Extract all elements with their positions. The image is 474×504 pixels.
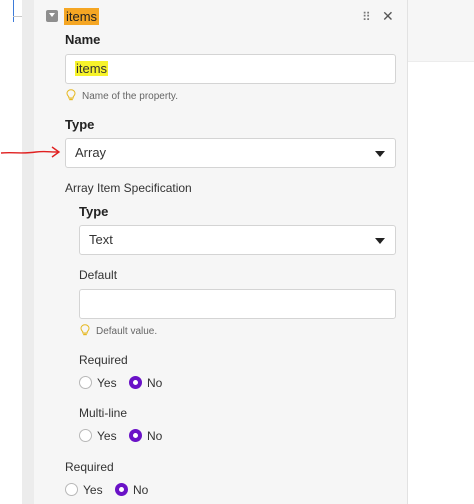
array-type-select-value: Text [89, 232, 113, 247]
array-required-no-label: No [147, 376, 163, 390]
required-label: Required [65, 460, 114, 474]
annotation-arrow-icon [0, 146, 61, 158]
tree-connector-line [13, 0, 14, 22]
collapse-toggle-icon[interactable] [46, 10, 58, 22]
close-icon[interactable]: ✕ [382, 9, 394, 23]
array-required-yes-label: Yes [97, 376, 117, 390]
default-label: Default [79, 268, 118, 282]
array-required-yes-radio[interactable] [79, 376, 92, 389]
type-select[interactable]: Array [65, 138, 396, 168]
required-yes-label: Yes [83, 483, 103, 497]
multiline-radio-group: Yes No [79, 428, 179, 444]
required-radio-group: Yes No [65, 482, 165, 498]
panel-indent-band [22, 0, 34, 504]
array-spec-label: Array Item Specification [65, 181, 192, 195]
required-no-label: No [133, 483, 149, 497]
multiline-no-radio[interactable] [129, 429, 142, 442]
right-header-shade [408, 0, 474, 62]
name-label: Name [65, 32, 101, 47]
multiline-yes-label: Yes [97, 429, 117, 443]
multiline-no-label: No [147, 429, 163, 443]
type-select-value: Array [75, 145, 107, 160]
array-required-no-radio[interactable] [129, 376, 142, 389]
default-hint: Default value. [96, 326, 158, 337]
right-canvas [408, 0, 474, 504]
array-required-radio-group: Yes No [79, 375, 179, 391]
required-yes-radio[interactable] [65, 483, 78, 496]
array-type-select[interactable]: Text [79, 225, 396, 255]
lightbulb-icon [80, 324, 90, 336]
lightbulb-icon [66, 89, 76, 101]
required-no-radio[interactable] [115, 483, 128, 496]
name-input[interactable]: items [65, 54, 396, 84]
multiline-label: Multi-line [79, 406, 128, 420]
dropdown-caret-icon [375, 238, 385, 244]
name-hint: Name of the property. [82, 91, 178, 102]
left-tree-gutter [0, 0, 23, 504]
multiline-yes-radio[interactable] [79, 429, 92, 442]
array-type-label: Type [79, 204, 109, 219]
drag-handle-icon[interactable]: ⠿ [362, 11, 372, 23]
property-title: items [64, 8, 100, 25]
type-label: Type [65, 117, 95, 132]
array-required-label: Required [79, 353, 128, 367]
dropdown-caret-icon [375, 151, 385, 157]
default-input[interactable] [79, 289, 396, 319]
name-input-value: items [75, 61, 109, 76]
